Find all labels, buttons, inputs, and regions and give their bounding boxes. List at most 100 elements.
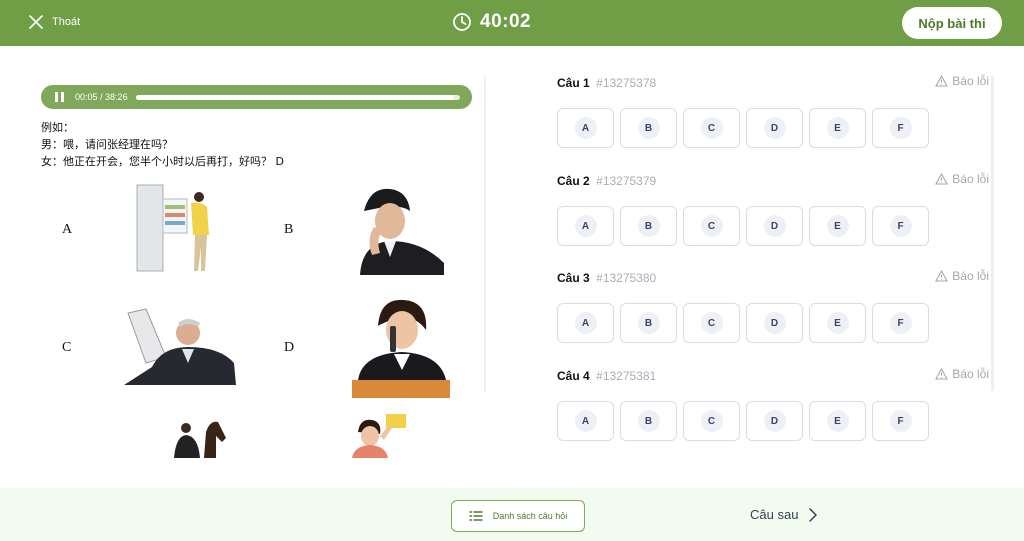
pause-icon[interactable] <box>55 91 67 103</box>
choice-label: A <box>574 215 597 237</box>
choice-label: E <box>826 117 849 139</box>
question-block: Câu 2 #13275379 Báo lỗi A B C D E F <box>557 172 989 246</box>
report-error-button[interactable]: Báo lỗi <box>935 74 989 88</box>
choice-label: C <box>700 312 723 334</box>
exit-label: Thoát <box>52 16 81 28</box>
option-letter-c: C <box>62 340 72 355</box>
choice-f[interactable]: F <box>872 303 929 343</box>
question-list-label: Danh sách câu hỏi <box>492 511 568 521</box>
choice-b[interactable]: B <box>620 303 677 343</box>
question-header: Câu 1 #13275378 Báo lỗi <box>557 74 989 92</box>
warning-icon <box>935 173 949 185</box>
panel-divider <box>484 76 486 392</box>
option-letter-a: A <box>62 222 73 237</box>
choice-label: E <box>826 215 849 237</box>
answer-choices: A B C D E F <box>557 401 929 441</box>
question-label: Câu 2 <box>557 174 590 188</box>
choice-f[interactable]: F <box>872 108 929 148</box>
choice-d[interactable]: D <box>746 303 803 343</box>
choice-label: C <box>700 117 723 139</box>
choice-a[interactable]: A <box>557 206 614 246</box>
choice-a[interactable]: A <box>557 401 614 441</box>
choice-e[interactable]: E <box>809 206 866 246</box>
clock-icon <box>453 13 471 31</box>
bottom-bar: Danh sách câu hỏi Câu sau <box>0 488 1024 541</box>
choice-label: D <box>763 117 786 139</box>
questions-scrollbar[interactable] <box>991 76 994 391</box>
picture-man-papers <box>124 308 236 385</box>
choice-e[interactable]: E <box>809 108 866 148</box>
question-label: Câu 3 <box>557 271 590 285</box>
choice-c[interactable]: C <box>683 303 740 343</box>
audio-player: 00:05 / 38:26 <box>41 85 472 109</box>
choice-label: F <box>889 117 912 139</box>
report-error-label: Báo lỗi <box>952 269 989 283</box>
choice-label: F <box>889 410 912 432</box>
question-label: Câu 1 <box>557 76 590 90</box>
report-error-button[interactable]: Báo lỗi <box>935 172 989 186</box>
question-block: Câu 4 #13275381 Báo lỗi A B C D E F <box>557 367 989 441</box>
question-header: Câu 3 #13275380 Báo lỗi <box>557 269 989 287</box>
example-line: 女：他正在开会，您半个小时以后再打，好吗？ D <box>41 155 284 168</box>
submit-exam-button[interactable]: Nộp bài thi <box>902 7 1002 39</box>
choice-b[interactable]: B <box>620 401 677 441</box>
choice-label: D <box>763 410 786 432</box>
timer-value: 40:02 <box>480 11 532 32</box>
question-header: Câu 4 #13275381 Báo lỗi <box>557 367 989 385</box>
choice-label: E <box>826 410 849 432</box>
choice-f[interactable]: F <box>872 206 929 246</box>
example-line: 例如： <box>41 121 74 134</box>
report-error-label: Báo lỗi <box>952 74 989 88</box>
choice-c[interactable]: C <box>683 108 740 148</box>
choice-d[interactable]: D <box>746 108 803 148</box>
choice-label: A <box>574 117 597 139</box>
choice-f[interactable]: F <box>872 401 929 441</box>
exit-button[interactable]: Thoát <box>28 14 80 30</box>
choice-c[interactable]: C <box>683 206 740 246</box>
question-list-button[interactable]: Danh sách câu hỏi <box>451 500 585 532</box>
report-error-button[interactable]: Báo lỗi <box>935 367 989 381</box>
choice-label: F <box>889 215 912 237</box>
picture-woman-phone <box>352 299 450 398</box>
chevron-right-icon <box>809 507 818 522</box>
question-id: #13275380 <box>596 271 657 285</box>
question-block: Câu 1 #13275378 Báo lỗi A B C D E F <box>557 74 989 148</box>
audio-time-separator: / <box>97 92 106 102</box>
choice-label: E <box>826 312 849 334</box>
audio-seek-bar[interactable] <box>135 94 460 100</box>
choice-e[interactable]: E <box>809 303 866 343</box>
next-question-button[interactable]: Câu sau <box>750 507 818 522</box>
question-label: Câu 4 <box>557 369 590 383</box>
report-error-button[interactable]: Báo lỗi <box>935 269 989 283</box>
choice-a[interactable]: A <box>557 108 614 148</box>
audio-duration: 38:26 <box>105 92 128 102</box>
answer-choices: A B C D E F <box>557 108 929 148</box>
choice-label: A <box>574 312 597 334</box>
picture-man-headache <box>360 188 444 275</box>
question-id: #13275378 <box>596 76 657 90</box>
top-bar: Thoát 40:02 Nộp bài thi <box>0 0 1024 46</box>
picture-man-horse <box>174 421 226 458</box>
question-id: #13275381 <box>596 369 657 383</box>
choice-label: C <box>700 410 723 432</box>
choice-label: B <box>637 215 660 237</box>
choice-d[interactable]: D <box>746 206 803 246</box>
warning-icon <box>935 75 949 87</box>
countdown-timer: 40:02 <box>452 11 531 33</box>
choice-b[interactable]: B <box>620 108 677 148</box>
question-block: Câu 3 #13275380 Báo lỗi A B C D E F <box>557 269 989 343</box>
choice-label: A <box>574 410 597 432</box>
choice-d[interactable]: D <box>746 401 803 441</box>
choice-b[interactable]: B <box>620 206 677 246</box>
answer-choices: A B C D E F <box>557 206 929 246</box>
example-line: 男：喂，请问张经理在吗？ <box>41 138 173 151</box>
choice-label: C <box>700 215 723 237</box>
picture-refrigerator <box>136 184 209 272</box>
choice-a[interactable]: A <box>557 303 614 343</box>
choice-label: B <box>637 312 660 334</box>
choice-c[interactable]: C <box>683 401 740 441</box>
choice-label: B <box>637 410 660 432</box>
choice-e[interactable]: E <box>809 401 866 441</box>
audio-elapsed: 00:05 <box>75 92 98 102</box>
choice-label: D <box>763 215 786 237</box>
